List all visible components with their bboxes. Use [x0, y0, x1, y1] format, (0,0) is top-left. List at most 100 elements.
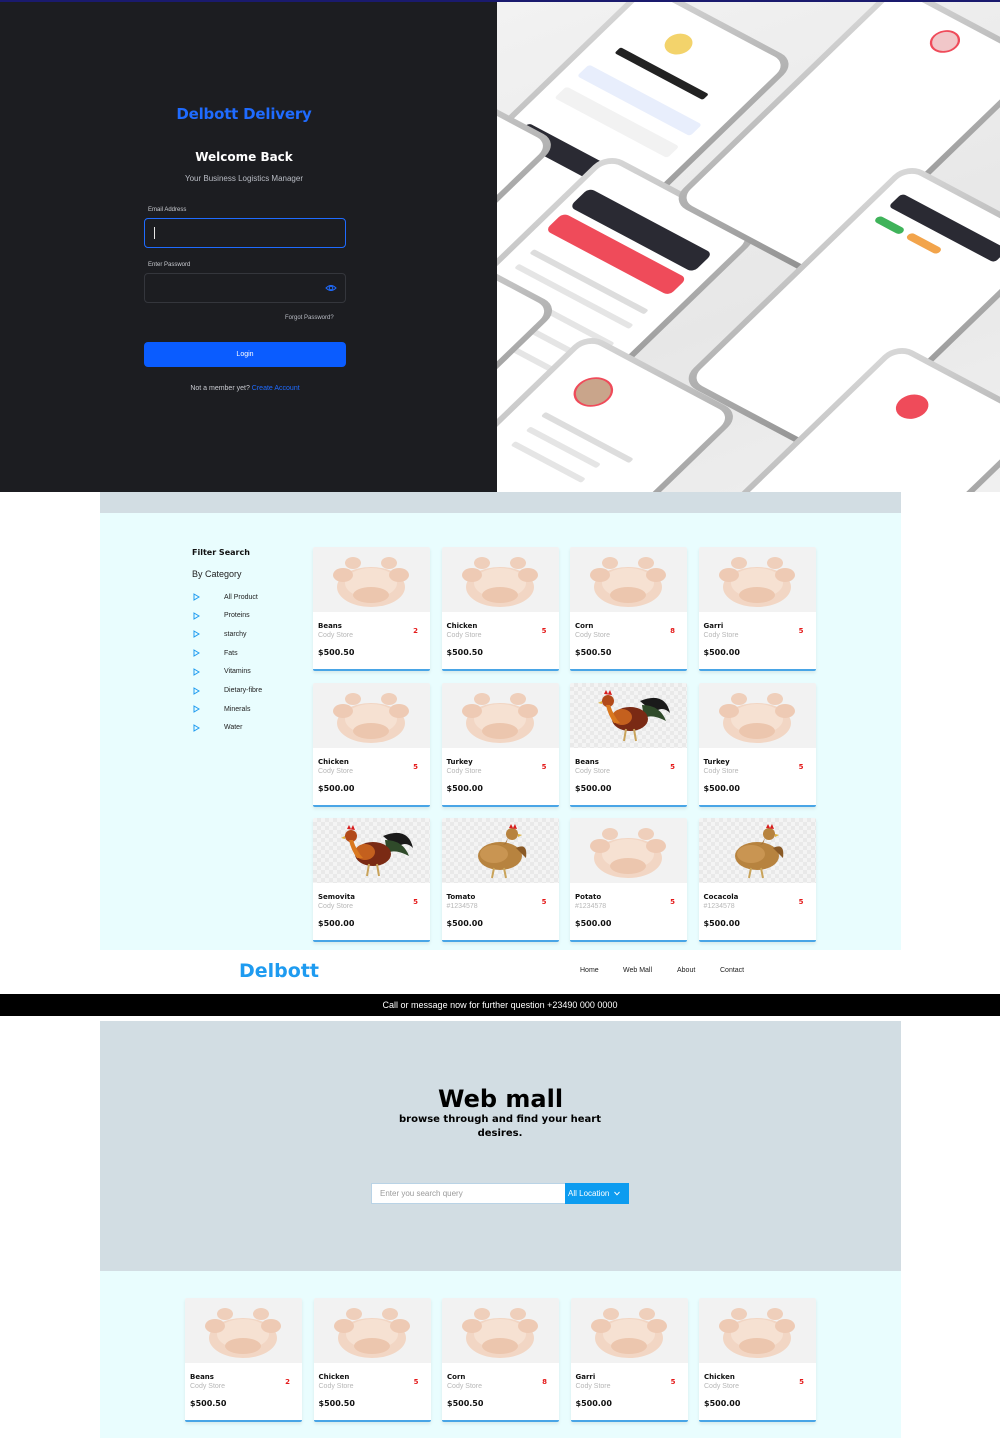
search-input[interactable]: Enter you search query	[371, 1183, 565, 1204]
welcome-subtitle: Your Business Logistics Manager	[185, 174, 303, 183]
raw-chicken-image	[461, 557, 538, 607]
password-field[interactable]	[144, 273, 346, 303]
product-name: Turkey	[703, 757, 730, 766]
raw-chicken-image	[333, 557, 409, 607]
product-name: Chicken	[446, 622, 478, 630]
product-store: Cody Store	[190, 1383, 226, 1390]
forgot-password-link[interactable]: Forgot Password?	[285, 315, 334, 321]
product-quantity: 5	[413, 762, 418, 771]
product-name: Chicken	[318, 1373, 350, 1381]
product-price: $500.50	[446, 648, 483, 657]
product-store: #1234578	[575, 903, 607, 910]
phone-mockups-image	[497, 2, 1000, 492]
category-label: Water	[224, 724, 243, 732]
product-name: Corn	[447, 1373, 466, 1381]
product-store: Cody Store	[318, 903, 354, 910]
nav-link-about[interactable]: About	[677, 967, 695, 974]
product-card[interactable]: Cocacola #1234578 5 $500.00	[698, 818, 816, 942]
category-item[interactable]: Dietary-fibre	[193, 686, 262, 696]
rooster-image	[341, 825, 413, 877]
product-card[interactable]: Beans Cody Store 2 $500.50	[313, 547, 430, 671]
play-arrow-icon	[193, 630, 200, 639]
product-card[interactable]: Chicken Cody Store 5 $500.00	[313, 682, 430, 807]
product-price: $500.00	[446, 783, 483, 793]
hero-title: Web mall	[437, 1085, 564, 1113]
play-arrow-icon	[193, 593, 200, 601]
product-price: $500.50	[318, 648, 355, 657]
category-item[interactable]: All Product	[193, 592, 258, 602]
location-select[interactable]: All Location	[565, 1183, 629, 1204]
category-item[interactable]: Vitamins	[193, 667, 251, 677]
product-quantity: 5	[670, 1378, 676, 1386]
product-image	[570, 1298, 688, 1363]
text-caret	[154, 227, 155, 239]
login-button[interactable]: Login	[144, 342, 346, 367]
create-account-link[interactable]: Create Account	[252, 385, 300, 392]
raw-chicken-image	[333, 1308, 410, 1358]
product-card[interactable]: Corn Cody Store 8 $500.50	[442, 1298, 559, 1422]
raw-chicken-image	[590, 557, 666, 607]
category-item[interactable]: Fats	[193, 648, 238, 658]
product-price: $500.00	[318, 919, 355, 928]
product-store: Cody Store	[446, 767, 482, 775]
product-name: Cocacola	[703, 893, 739, 901]
password-label: Enter Password	[148, 262, 191, 268]
product-price: $500.00	[703, 783, 740, 793]
section-top-bar	[100, 492, 901, 513]
hero-section: Web mall browse through and find your he…	[100, 1021, 901, 1271]
product-name: Corn	[575, 622, 594, 630]
chevron-down-icon	[614, 1191, 621, 1196]
nav-logo[interactable]: Delbott	[239, 960, 319, 982]
product-quantity: 5	[798, 898, 804, 906]
product-quantity: 5	[541, 627, 547, 635]
category-item[interactable]: Minerals	[193, 704, 250, 714]
product-store: Cody Store	[446, 632, 482, 639]
product-image	[313, 547, 430, 612]
product-card[interactable]: Chicken Cody Store 5 $500.50	[313, 1298, 431, 1422]
login-section: Delbott Delivery Welcome Back Your Busin…	[0, 0, 1000, 492]
nav-link-home[interactable]: Home	[580, 967, 599, 974]
category-item[interactable]: Proteins	[193, 611, 250, 621]
eye-icon[interactable]	[325, 283, 337, 293]
product-card[interactable]: Potato #1234578 5 $500.00	[570, 818, 687, 942]
product-card[interactable]: Turkey Cody Store 5 $500.00	[441, 682, 559, 807]
product-card[interactable]: Corn Cody Store 8 $500.50	[570, 547, 687, 671]
phone-mockups-illustration	[497, 2, 1000, 492]
announcement-bar: Call or message now for further question…	[0, 994, 1000, 1016]
hen-image	[734, 824, 783, 879]
raw-chicken-image	[590, 828, 666, 878]
product-store: Cody Store	[575, 1383, 611, 1390]
category-label: Minerals	[224, 705, 251, 713]
product-card[interactable]: Garri Cody Store 5 $500.00	[570, 1298, 688, 1422]
product-quantity: 5	[413, 898, 418, 906]
email-field[interactable]	[144, 218, 346, 248]
nav-link-contact[interactable]: Contact	[720, 967, 744, 974]
product-store: Cody Store	[447, 1383, 483, 1390]
product-image	[698, 818, 816, 883]
product-card[interactable]: Garri Cody Store 5 $500.00	[698, 547, 816, 671]
product-price: $500.00	[703, 919, 740, 928]
product-card[interactable]: Turkey Cody Store 5 $500.00	[698, 682, 816, 807]
raw-chicken-image	[719, 1308, 795, 1358]
category-item[interactable]: Water	[193, 723, 242, 733]
product-quantity: 5	[670, 762, 675, 771]
raw-chicken-image	[590, 1308, 667, 1358]
product-quantity: 5	[798, 627, 804, 635]
product-store: Cody Store	[703, 767, 739, 775]
product-card[interactable]: Beans Cody Store 2 $500.50	[185, 1298, 302, 1422]
product-card[interactable]: Beans Cody Store 5 $500.00	[570, 682, 687, 807]
product-card[interactable]: Semovita Cody Store 5 $500.00	[313, 818, 430, 942]
category-label: Fats	[224, 649, 238, 657]
nav-link-web-mall[interactable]: Web Mall	[623, 967, 652, 974]
category-label: Proteins	[224, 612, 250, 620]
category-label: starchy	[224, 630, 247, 638]
category-label: Vitamins	[224, 668, 251, 676]
product-price: $500.50	[190, 1399, 227, 1408]
product-card[interactable]: Chicken Cody Store 5 $500.50	[441, 547, 559, 671]
product-name: Chicken	[318, 757, 349, 766]
product-card[interactable]: Tomato #1234578 5 $500.00	[441, 818, 559, 942]
product-card[interactable]: Chicken Cody Store 5 $500.00	[699, 1298, 816, 1422]
welcome-title: Welcome Back	[195, 150, 293, 164]
play-arrow-icon	[193, 667, 200, 676]
category-item[interactable]: starchy	[193, 629, 247, 639]
